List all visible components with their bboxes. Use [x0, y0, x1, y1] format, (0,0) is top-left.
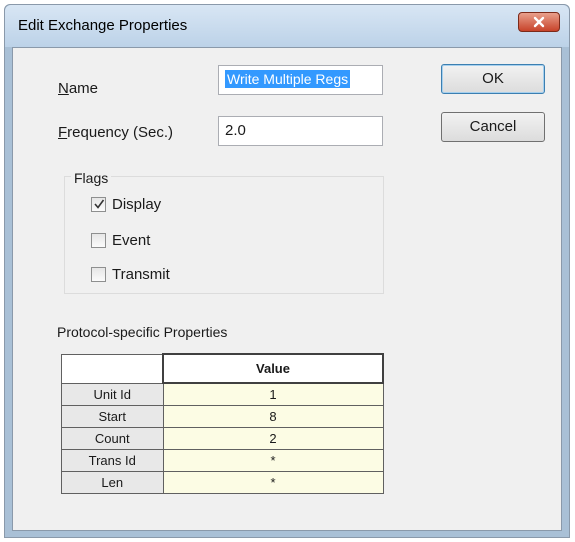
value-cell-count[interactable]: 2: [162, 427, 384, 450]
frequency-label: Frequency (Sec.): [58, 124, 174, 141]
flag-transmit-label: Transmit: [112, 266, 170, 283]
edit-exchange-dialog: Edit Exchange Properties Name Write Mult…: [4, 4, 570, 538]
flags-group-title: Flags: [71, 170, 112, 186]
protocol-properties-title: Protocol-specific Properties: [57, 324, 228, 340]
checkmark-icon: [94, 199, 105, 209]
title-bar[interactable]: Edit Exchange Properties: [5, 5, 569, 47]
row-header-trans-id[interactable]: Trans Id: [61, 449, 164, 472]
cancel-button[interactable]: Cancel: [441, 112, 545, 142]
frequency-input-value: 2.0: [225, 122, 246, 139]
table-row: Len *: [61, 471, 384, 494]
flag-display-label: Display: [112, 196, 162, 213]
ok-button[interactable]: OK: [441, 64, 545, 94]
frequency-input[interactable]: 2.0: [218, 116, 383, 146]
table-row: Unit Id 1: [61, 382, 384, 406]
flag-event-label: Event: [112, 232, 151, 249]
checkbox-box[interactable]: [91, 267, 106, 282]
row-header-start[interactable]: Start: [61, 405, 164, 428]
checkbox-box[interactable]: [91, 197, 106, 212]
row-header-count[interactable]: Count: [61, 427, 164, 450]
dialog-body: Name Write Multiple Regs Frequency (Sec.…: [12, 47, 562, 531]
name-label: Name: [58, 80, 99, 97]
table-corner-cell: [61, 353, 164, 384]
row-header-len[interactable]: Len: [61, 471, 164, 494]
close-icon: [533, 16, 545, 28]
table-header-row: Value: [61, 353, 384, 384]
close-button[interactable]: [518, 12, 560, 32]
table-row: Start 8: [61, 405, 384, 428]
table-row: Count 2: [61, 427, 384, 450]
row-header-unit-id[interactable]: Unit Id: [61, 382, 164, 406]
table-row: Trans Id *: [61, 449, 384, 472]
value-cell-len[interactable]: *: [162, 471, 384, 494]
checkbox-box[interactable]: [91, 233, 106, 248]
dialog-title: Edit Exchange Properties: [18, 17, 188, 34]
value-cell-unit-id[interactable]: 1: [162, 382, 384, 406]
protocol-properties-table: Value Unit Id 1 Start 8 Count 2 Trans Id…: [61, 353, 384, 494]
value-column-header[interactable]: Value: [162, 353, 384, 384]
name-input[interactable]: Write Multiple Regs: [218, 65, 383, 95]
name-input-value: Write Multiple Regs: [225, 70, 351, 88]
value-cell-trans-id[interactable]: *: [162, 449, 384, 472]
value-cell-start[interactable]: 8: [162, 405, 384, 428]
